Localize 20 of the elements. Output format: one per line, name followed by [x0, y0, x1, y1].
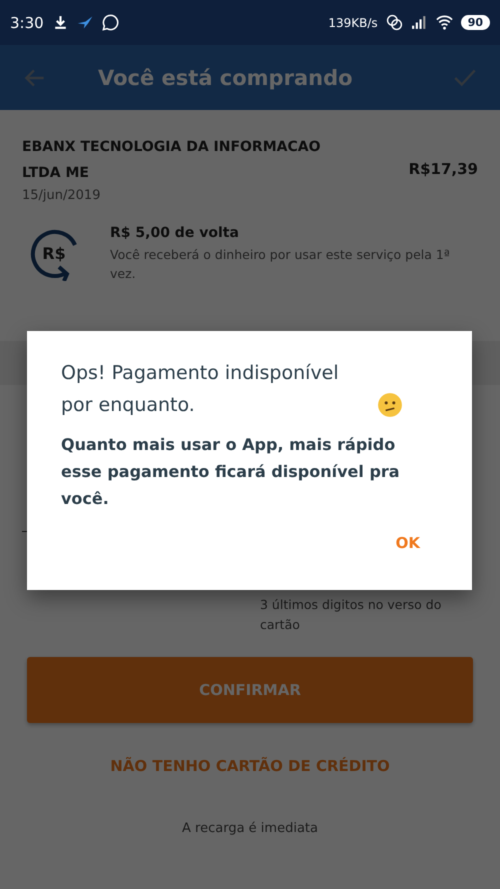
network-speed: 139KB/s — [328, 16, 378, 30]
cashback-description: Você receberá o dinheiro por usar este serviço pela 1ª vez. — [110, 246, 450, 283]
status-time: 3:30 — [10, 14, 44, 32]
purchase-date: 15/jun/2019 — [22, 188, 102, 203]
screen-title: Você está comprando — [98, 66, 354, 90]
confirm-button[interactable]: CONFIRMAR — [27, 657, 473, 723]
ok-button[interactable]: OK — [388, 530, 428, 556]
merchant-name: EBANX TECNOLOGIA DA INFORMACAO LTDA ME — [22, 138, 322, 183]
dialog-title: Ops! Pagamento indisponível por enquanto. — [61, 361, 340, 418]
confused-emoji-icon — [377, 392, 403, 418]
wifi-icon — [436, 14, 453, 31]
footer-note: A recarga é imediata — [182, 821, 318, 836]
chat-bubble-icon — [102, 14, 119, 31]
purchase-amount: R$17,39 — [408, 160, 478, 178]
dialog-message: Quanto mais usar o App, mais rápido esse pagamento ficará disponível pra você. — [61, 434, 401, 510]
cashback-title: R$ 5,00 de volta — [110, 225, 240, 241]
cvv-hint: 3 últimos digitos no verso do cartão — [260, 596, 442, 634]
no-credit-card-link[interactable]: NÃO TENHO CARTÃO DE CRÉDITO — [110, 757, 390, 775]
signal-icon — [410, 14, 428, 31]
battery-level: 90 — [460, 15, 490, 30]
